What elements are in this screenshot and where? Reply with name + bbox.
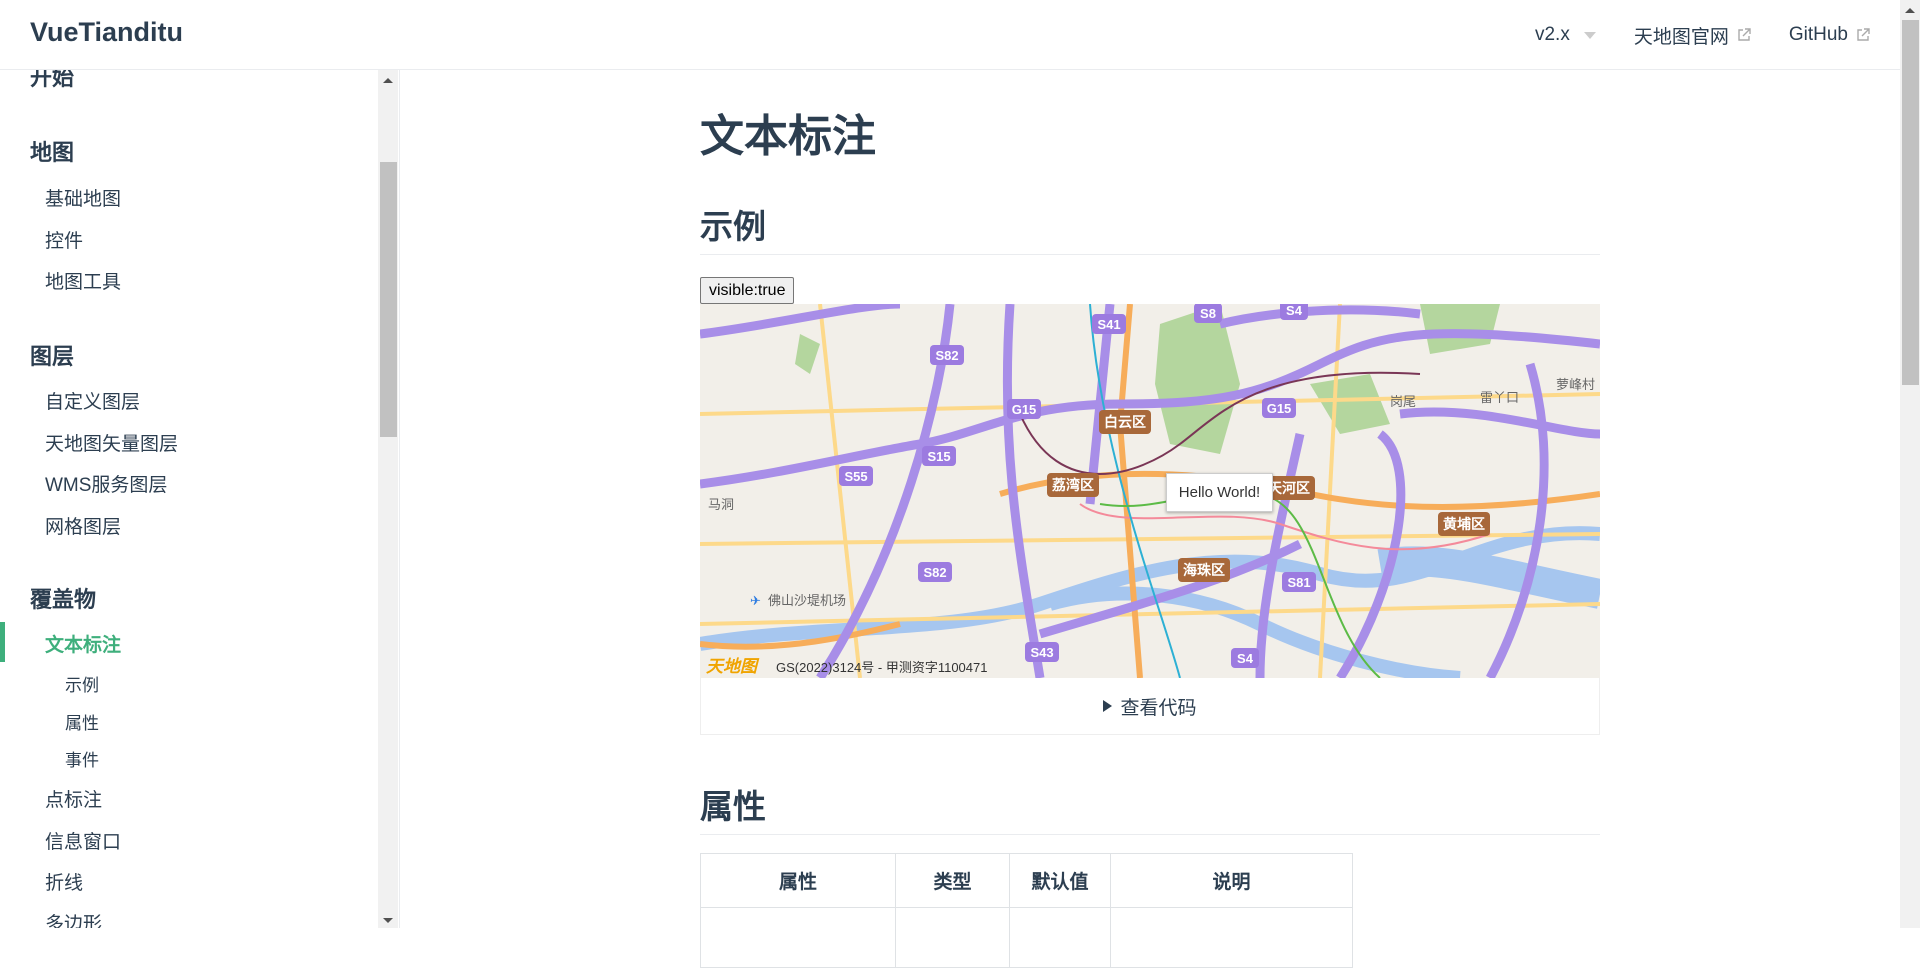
place-label: 雷丫口 [1480,390,1519,405]
table-header-row: 属性 类型 默认值 说明 [700,853,1353,908]
place-label: 佛山沙堤机场 [768,593,846,608]
sidebar-subitem-props[interactable]: 属性 [65,709,99,734]
sidebar-subitem-events[interactable]: 事件 [65,746,99,771]
active-indicator [0,622,5,662]
district-label: 荔湾区 [1051,477,1094,493]
visible-toggle-button[interactable]: visible:true [700,277,795,304]
sidebar-subitem-example[interactable]: 示例 [65,671,99,696]
district-label: 白云区 [1104,414,1146,430]
road-shield: S81 [1287,575,1310,590]
section-heading-props: 属性 [700,780,1600,835]
road-shield: S41 [1097,317,1120,332]
sidebar-item-basic-map[interactable]: 基础地图 [45,184,121,211]
props-table: 属性 类型 默认值 说明 [700,853,1353,968]
sidebar-item-polygon[interactable]: 多边形 [45,909,102,928]
chevron-down-icon [1583,31,1596,39]
sidebar-item-controls[interactable]: 控件 [45,226,83,253]
column-header: 默认值 [1009,853,1111,908]
table-cell [1009,907,1111,968]
road-shield: S55 [844,469,867,484]
sidebar-group-layers[interactable]: 图层 [30,339,74,371]
triangle-right-icon [1103,700,1113,712]
scroll-up-icon[interactable] [1905,8,1915,13]
sidebar-item-wms-layer[interactable]: WMS服务图层 [45,470,167,497]
sidebar-group-map[interactable]: 地图 [30,135,74,167]
district-label: 天河区 [1268,480,1310,496]
table-cell [700,907,896,968]
place-label: 马洞 [708,497,734,512]
map-view[interactable]: S41 S8 S4 S82 G15 G15 S15 S55 S82 S81 S4… [700,304,1600,678]
road-shield: S4 [1286,304,1303,318]
scroll-up-icon[interactable] [383,78,393,83]
road-shield: S82 [935,348,958,363]
road-shield: S82 [923,565,946,580]
nav-link-tianditu[interactable]: 天地图官网 [1634,22,1751,49]
external-link-icon [1857,28,1870,41]
sidebar: 开始 地图 基础地图 控件 地图工具 图层 自定义图层 天地图矢量图层 WMS服… [0,70,400,928]
sidebar-group-start[interactable]: 开始 [30,70,74,92]
site-logo[interactable]: VueTianditu [30,17,183,48]
place-label: 萝峰村 [1556,377,1595,392]
view-code-toggle[interactable]: 查看代码 [700,678,1600,735]
text-label-hello-world[interactable]: Hello World! [1166,473,1273,512]
section-heading-example: 示例 [700,200,1600,255]
sidebar-group-overlays[interactable]: 覆盖物 [30,582,96,614]
nav-link-label: GitHub [1788,24,1848,45]
column-header: 说明 [1110,853,1353,908]
table-row [700,907,1353,968]
page-title: 文本标注 [700,112,876,161]
nav-links: v2.x 天地图官网 GitHub [1535,0,1870,70]
map-tiles: S41 S8 S4 S82 G15 G15 S15 S55 S82 S81 S4… [700,304,1600,678]
sidebar-item-vector-layer[interactable]: 天地图矢量图层 [45,429,178,456]
sidebar-item-custom-layer[interactable]: 自定义图层 [45,387,140,414]
map-attribution: GS(2022)3124号 - 甲测资字1100471 [776,660,987,675]
nav-link-label: 天地图官网 [1633,26,1729,48]
column-header: 类型 [895,853,1010,908]
sidebar-item-marker[interactable]: 点标注 [45,785,102,812]
version-dropdown[interactable]: v2.x [1535,24,1596,46]
sidebar-item-map-tools[interactable]: 地图工具 [45,267,121,294]
table-cell [1110,907,1353,968]
road-shield: S8 [1200,306,1216,321]
sidebar-item-grid-layer[interactable]: 网格图层 [45,512,121,539]
sidebar-item-text-label[interactable]: 文本标注 [45,630,121,657]
external-link-icon [1738,28,1751,41]
sidebar-item-polyline[interactable]: 折线 [45,868,83,895]
tianditu-logo: 天地图 [706,657,760,676]
page-scrollbar-thumb[interactable] [1902,20,1919,385]
table-cell [895,907,1010,968]
road-shield: S43 [1030,645,1053,660]
version-label: v2.x [1534,24,1570,45]
place-label: 岗尾 [1390,394,1416,409]
road-shield: G15 [1012,402,1037,417]
road-shield: S4 [1237,651,1254,666]
column-header: 属性 [700,853,896,908]
road-shield: G15 [1267,401,1292,416]
nav-link-github[interactable]: GitHub [1789,24,1870,46]
district-label: 海珠区 [1183,562,1225,578]
sidebar-scrollbar-thumb[interactable] [380,162,397,437]
view-code-label: 查看代码 [1120,697,1197,719]
sidebar-item-info-window[interactable]: 信息窗口 [45,827,121,854]
airport-icon: ✈ [750,593,761,608]
road-shield: S15 [927,449,950,464]
top-navbar: VueTianditu v2.x 天地图官网 GitHub [0,0,1900,70]
scroll-down-icon[interactable] [383,918,393,923]
district-label: 黄埔区 [1443,516,1485,532]
